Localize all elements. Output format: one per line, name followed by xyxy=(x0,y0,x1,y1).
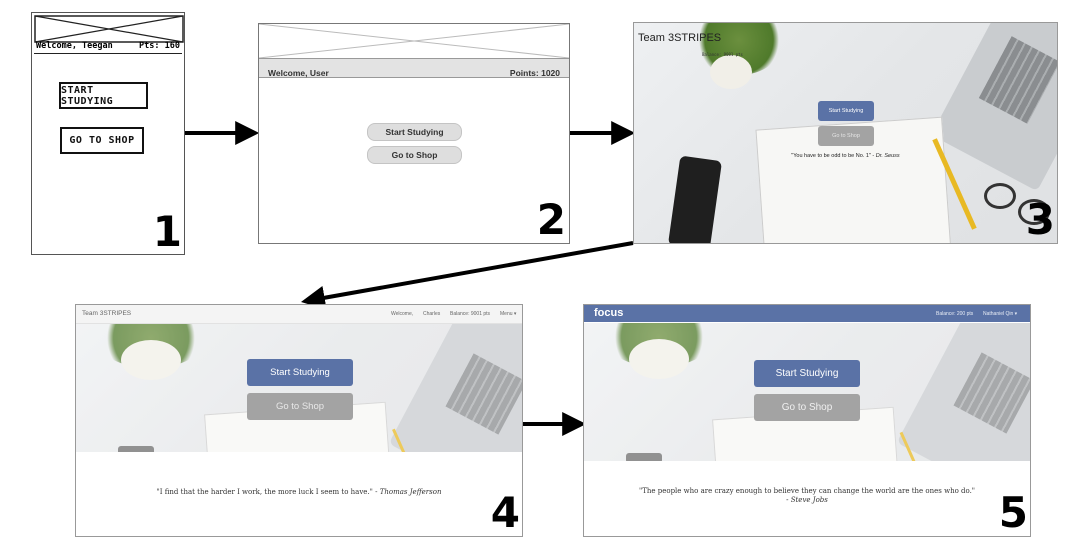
step-number-3: 3 xyxy=(1025,195,1055,244)
panel-1-sketch: Welcome, Teegan Pts: 160 START STUDYING … xyxy=(31,12,185,255)
mockup-team-title: Team 3STRIPES xyxy=(638,32,722,44)
panel-2-wireframe: Welcome, User Points: 1020 Start Studyin… xyxy=(258,23,570,244)
start-studying-label: Start Studying xyxy=(775,368,839,379)
start-studying-label: Start Studying xyxy=(270,367,330,378)
go-to-shop-label: Go to Shop xyxy=(275,401,325,412)
quote-author: Thomas Jefferson xyxy=(379,488,442,496)
step-number-2: 2 xyxy=(536,195,566,244)
navbar-balance: Balance: 9001 pts xyxy=(450,311,491,317)
sketch-go-to-shop-label: GO TO SHOP xyxy=(69,135,135,146)
navbar-user[interactable]: Charles xyxy=(423,311,440,317)
wire-start-studying-button[interactable]: Start Studying xyxy=(367,123,462,141)
panel-3-mockup: Team 3STRIPES Balance: 9001 pts Start St… xyxy=(633,22,1058,244)
quote-block: "The people who are crazy enough to beli… xyxy=(584,487,1030,506)
quote-text: "The people who are crazy enough to beli… xyxy=(638,487,976,495)
step-number-4: 4 xyxy=(490,488,520,537)
go-to-shop-button[interactable]: Go to Shop xyxy=(247,393,353,420)
step-number-5: 5 xyxy=(998,488,1028,537)
arrow-3-to-4 xyxy=(300,241,634,310)
mockup-start-studying-label: Start Studying xyxy=(828,108,864,114)
navbar: Team 3STRIPES Welcome, Charles Balance: … xyxy=(76,305,522,324)
desk-photo xyxy=(76,324,522,452)
navbar-brand[interactable]: Team 3STRIPES xyxy=(82,310,131,317)
mockup-start-studying-button[interactable]: Start Studying xyxy=(818,101,874,121)
wire-welcome-text: Welcome, User xyxy=(268,68,329,78)
go-to-shop-label: Go to Shop xyxy=(781,402,833,413)
image-placeholder-wire xyxy=(259,24,569,58)
wire-points-text: Points: 1020 xyxy=(509,68,560,78)
wire-go-to-shop-button[interactable]: Go to Shop xyxy=(367,146,462,164)
wire-header-bar: Welcome, User Points: 1020 xyxy=(259,58,569,78)
navbar-menu[interactable]: Menu ▾ xyxy=(500,311,516,317)
panel-5-final: focus Balance: 200 pts Nathaniel Qin ▾ S… xyxy=(583,304,1031,537)
navbar: focus Balance: 200 pts Nathaniel Qin ▾ xyxy=(584,305,1030,322)
mockup-quote: "You have to be odd to be No. 1" - Dr. S… xyxy=(634,153,1057,159)
sketch-header-bar: Welcome, Teegan Pts: 160 xyxy=(34,41,182,54)
quote-text: "I find that the harder I work, the more… xyxy=(156,488,378,496)
desk-photo xyxy=(584,323,1030,461)
mockup-go-to-shop-label: Go to Shop xyxy=(832,133,860,139)
quote-block: "I find that the harder I work, the more… xyxy=(76,488,522,496)
navbar-welcome: Welcome, xyxy=(391,311,414,317)
wire-go-to-shop-label: Go to Shop xyxy=(391,150,438,160)
start-studying-button[interactable]: Start Studying xyxy=(247,359,353,386)
panel-4-hifi: Team 3STRIPES Welcome, Charles Balance: … xyxy=(75,304,523,537)
mockup-quote-text: "You have to be odd to be No. 1" - xyxy=(791,153,875,159)
sketch-welcome-text: Welcome, Teegan xyxy=(36,41,113,51)
step-number-1: 1 xyxy=(152,207,182,255)
mockup-quote-author: Dr. Seuss xyxy=(875,153,900,159)
wire-start-studying-label: Start Studying xyxy=(385,127,444,137)
mockup-balance-text: Balance: 9001 pts xyxy=(702,52,743,57)
mockup-go-to-shop-button[interactable]: Go to Shop xyxy=(818,126,874,146)
navbar-balance: Balance: 200 pts xyxy=(936,311,974,317)
sketch-points-text: Pts: 160 xyxy=(139,41,180,51)
navbar-brand[interactable]: focus xyxy=(594,307,623,319)
start-studying-button[interactable]: Start Studying xyxy=(754,360,860,387)
image-placeholder-sketch xyxy=(34,15,184,43)
sketch-go-to-shop-button[interactable]: GO TO SHOP xyxy=(60,127,144,154)
sketch-start-studying-label: START STUDYING xyxy=(61,84,114,107)
navbar-user-menu[interactable]: Nathaniel Qin ▾ xyxy=(983,311,1017,317)
go-to-shop-button[interactable]: Go to Shop xyxy=(754,394,860,421)
quote-author: - Steve Jobs xyxy=(786,496,828,505)
sketch-start-studying-button[interactable]: START STUDYING xyxy=(59,82,148,109)
